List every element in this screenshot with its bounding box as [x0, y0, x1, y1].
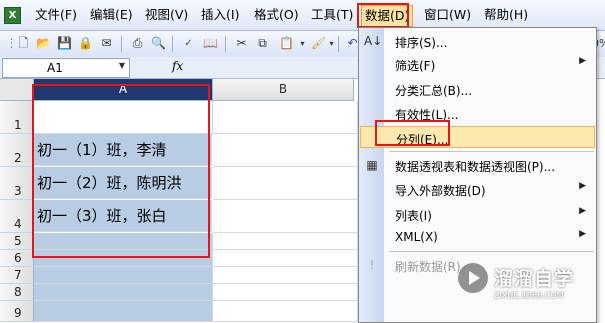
cell-b5[interactable]	[213, 233, 358, 250]
menu-help[interactable]: 帮助(H)	[484, 0, 528, 30]
row-number: 2	[14, 151, 22, 165]
menu-item-subtotals[interactable]: 分类汇总(B)...	[359, 78, 596, 100]
row-header-2[interactable]: 2	[0, 134, 34, 167]
row-header-6[interactable]: 6	[0, 250, 34, 267]
name-box[interactable]: A1 ▼	[2, 58, 130, 78]
menu-item-label: 排序(S)...	[395, 36, 448, 50]
play-icon	[469, 271, 480, 285]
new-icon[interactable]: 🗋	[16, 36, 31, 51]
row-number: 6	[14, 251, 22, 265]
toolbar-separator	[225, 36, 226, 52]
row-number: 9	[14, 306, 22, 320]
copy-icon[interactable]: ⧉	[255, 36, 270, 51]
format-dropdown-icon[interactable]: ▾	[324, 36, 339, 51]
row-header-8[interactable]: 8	[0, 284, 34, 301]
submenu-arrow-icon: ▶	[579, 229, 586, 239]
menu-item-import-external-data[interactable]: 导入外部数据(D) ▶	[359, 178, 596, 200]
refresh-icon: !	[369, 258, 375, 272]
name-box-value: A1	[47, 61, 63, 75]
submenu-arrow-icon: ▶	[579, 206, 586, 216]
watermark-subtitle: ZIXUE.3D66.COM	[494, 291, 564, 300]
menu-tools[interactable]: 工具(T)	[311, 0, 353, 30]
toolbar-separator	[338, 36, 339, 52]
menu-item-label: 数据透视表和数据透视图(P)...	[395, 160, 556, 174]
select-all-corner[interactable]	[0, 79, 34, 101]
row-header-5[interactable]: 5	[0, 233, 34, 250]
paste-icon[interactable]: 📋	[279, 36, 294, 51]
cell-b1[interactable]	[213, 101, 358, 134]
menu-file[interactable]: 文件(F)	[35, 0, 77, 30]
spelling-icon[interactable]: ✓	[181, 36, 196, 51]
row-number: 4	[14, 217, 22, 231]
open-icon[interactable]: 📂	[36, 36, 51, 51]
chevron-down-icon[interactable]: ▼	[119, 61, 125, 70]
column-header-b[interactable]: B	[213, 79, 354, 101]
row-number: 5	[14, 234, 22, 248]
row-header-7[interactable]: 7	[0, 267, 34, 284]
sort-icon: A↓	[364, 34, 383, 48]
menu-item-label: 导入外部数据(D)	[395, 184, 486, 198]
print-icon[interactable]: ⎙	[130, 36, 145, 51]
highlight-text-to-columns	[375, 120, 450, 146]
paste-dropdown-icon[interactable]: ▾	[295, 36, 310, 51]
row-header-3[interactable]: 3	[0, 167, 34, 200]
research-icon[interactable]: 📖	[203, 36, 218, 51]
submenu-arrow-icon: ▶	[579, 181, 586, 191]
watermark-title: 溜溜自学	[494, 268, 575, 290]
menu-view[interactable]: 视图(V)	[145, 0, 188, 30]
cut-icon[interactable]: ✂	[234, 36, 249, 51]
menu-edit[interactable]: 编辑(E)	[90, 0, 133, 30]
cell-b9[interactable]	[213, 301, 358, 322]
cell-b4[interactable]	[213, 200, 358, 233]
print-preview-icon[interactable]: 🔍	[151, 36, 166, 51]
row-header-1[interactable]: 1	[0, 101, 34, 134]
cell-b6[interactable]	[213, 250, 358, 267]
row-number: 8	[14, 285, 22, 299]
cell-a9[interactable]	[34, 301, 213, 322]
watermark-logo: 溜溜自学 ZIXUE.3D66.COM	[452, 258, 602, 308]
cell-b8[interactable]	[213, 284, 358, 301]
menu-insert[interactable]: 插入(I)	[201, 0, 239, 30]
row-number: 3	[14, 184, 22, 198]
pivot-table-icon: ▦	[366, 158, 378, 172]
fx-icon[interactable]: fx	[172, 59, 183, 73]
menu-item-filter[interactable]: 筛选(F) ▶	[359, 53, 596, 75]
save-icon[interactable]: 💾	[57, 36, 72, 51]
highlight-data-menu	[357, 3, 409, 28]
highlight-column-a	[32, 84, 210, 258]
menu-item-list[interactable]: 列表(I) ▶	[359, 203, 596, 225]
menu-separator	[389, 151, 594, 152]
toolbar-separator	[121, 36, 122, 52]
cell-a8[interactable]	[34, 284, 213, 301]
menu-item-label: 分类汇总(B)...	[395, 84, 473, 98]
menu-format[interactable]: 格式(O)	[254, 0, 299, 30]
submenu-arrow-icon: ▶	[579, 56, 586, 66]
menu-window[interactable]: 窗口(W)	[424, 0, 471, 30]
toolbar-separator	[172, 36, 173, 52]
menu-item-label: 列表(I)	[395, 209, 432, 223]
cell-b3[interactable]	[213, 167, 358, 200]
menu-item-sort[interactable]: A↓ 排序(S)...	[359, 30, 596, 52]
menu-item-label: XML(X)	[395, 230, 438, 244]
row-number: 7	[14, 268, 22, 282]
email-icon[interactable]: ✉	[99, 36, 114, 51]
permission-icon[interactable]: 🔒	[78, 36, 93, 51]
menu-separator	[389, 251, 594, 252]
cell-b7[interactable]	[213, 267, 358, 284]
menu-item-label: 刷新数据(R)	[395, 260, 461, 274]
menu-item-pivot-table[interactable]: ▦ 数据透视表和数据透视图(P)...	[359, 154, 596, 176]
cell-a7[interactable]	[34, 267, 213, 284]
cell-b2[interactable]	[213, 134, 358, 167]
menu-item-label: 筛选(F)	[395, 59, 436, 73]
row-header-9[interactable]: 9	[0, 301, 34, 322]
menu-item-xml[interactable]: XML(X) ▶	[359, 226, 596, 248]
excel-app-icon[interactable]: X	[4, 7, 21, 24]
row-header-4[interactable]: 4	[0, 200, 34, 233]
row-number: 1	[14, 118, 22, 132]
